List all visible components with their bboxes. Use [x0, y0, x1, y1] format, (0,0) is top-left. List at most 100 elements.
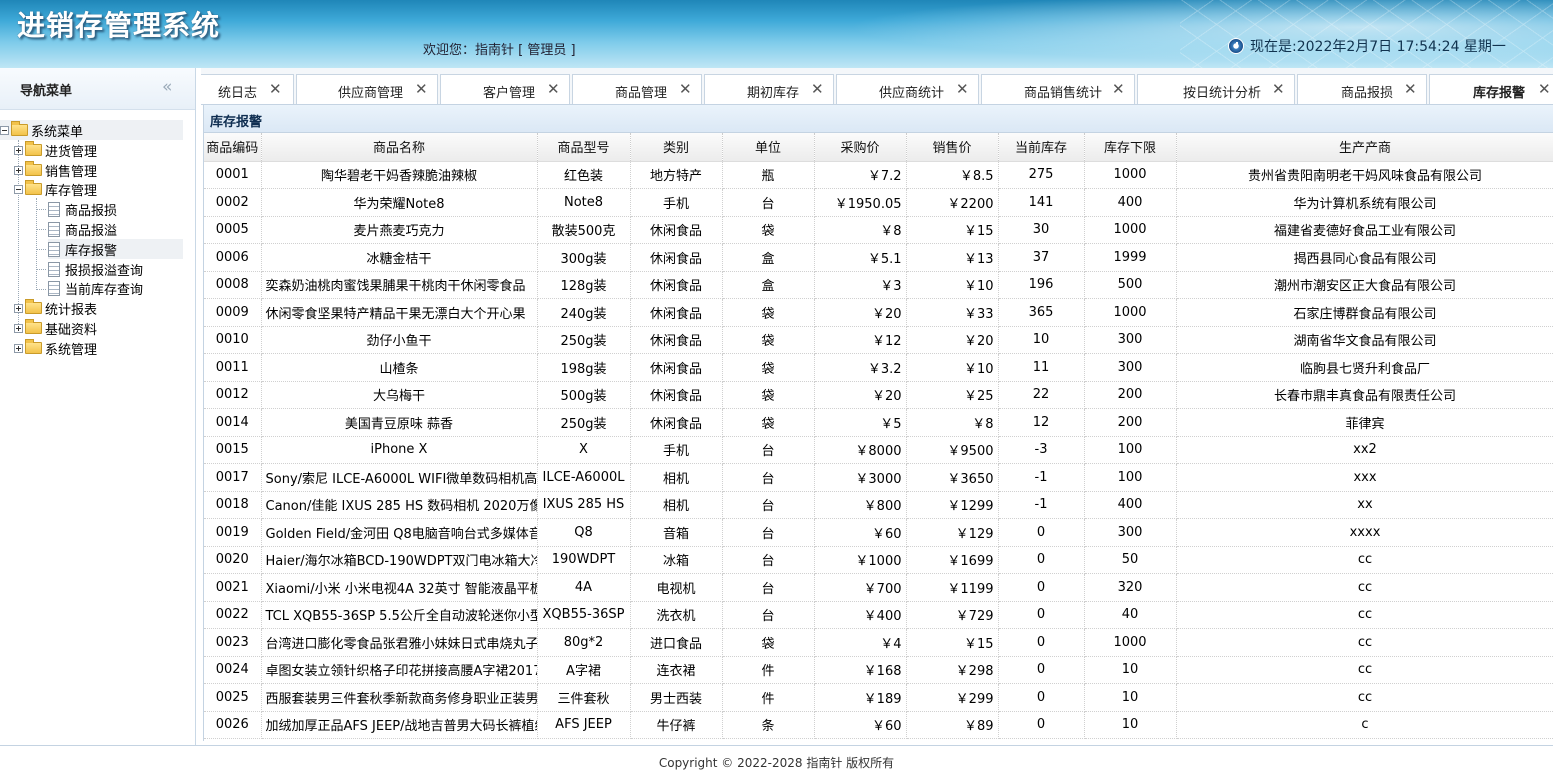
- tree-toggle-icon[interactable]: [14, 343, 23, 353]
- tree-group-sales[interactable]: 销售管理: [14, 160, 97, 180]
- table-cell: 休闲食品: [630, 326, 723, 354]
- table-row[interactable]: 0026 加绒加厚正品AFS JEEP/战地吉普男大码长裤植绒 AFS JEEP 牛仔…: [204, 711, 1553, 739]
- table-row[interactable]: 0006 冰糖金桔干 300g装 休闲食品盒 ￥5.1 ￥13 37 1999 揭西县同心食品有…: [204, 243, 1553, 272]
- close-icon[interactable]: ✕: [679, 80, 692, 98]
- table-row[interactable]: 0015 iPhone X X 手机台 ￥8000 ￥9500 -3 100 xx2: [204, 436, 1553, 464]
- table-row[interactable]: 0008 奕森奶油桃肉蜜饯果脯果干桃肉干休闲零食品 128g装 休闲食品盒 ￥3 ￥10 1…: [204, 271, 1553, 299]
- tree-group-inventory[interactable]: 库存管理: [14, 179, 97, 199]
- table-row[interactable]: 0021Xiaomi/小米 小米电视4A 32英寸 智能液晶平板电视4A电视机台…: [204, 573, 1553, 602]
- tab-stock-alarm[interactable]: 库存报警 ✕: [1429, 74, 1553, 104]
- table-row[interactable]: 0023 台湾进口膨化零食品张君雅小妹妹日式串烧丸子 80g*2 进口食品袋 ￥4 ￥15…: [204, 628, 1553, 657]
- table-row[interactable]: 0019 Golden Field/金河田 Q8电脑音响台式多媒体音箱 Q8 音箱台 ￥…: [204, 518, 1553, 547]
- close-icon[interactable]: ✕: [269, 80, 282, 98]
- tree-toggle-icon[interactable]: [0, 125, 9, 135]
- close-icon[interactable]: ✕: [1538, 80, 1551, 98]
- tab-bar: 统日志 ✕ 供应商管理 ✕ 客户管理 ✕ 商品管理 ✕ 期初库存 ✕ 供应商统计…: [201, 68, 1553, 105]
- sidebar-title: 导航菜单: [20, 84, 73, 99]
- column-header[interactable]: 单位: [722, 133, 815, 162]
- table-row[interactable]: 0020 Haier/海尔冰箱BCD-190WDPT双门电冰箱大冷冻 190WDPT…: [204, 546, 1553, 574]
- tree-item-stock-query[interactable]: 当前库存查询: [48, 278, 143, 298]
- tree-group-reports[interactable]: 统计报表: [14, 298, 97, 318]
- column-header[interactable]: 商品型号: [537, 133, 631, 162]
- table-row[interactable]: 0014 美国青豆原味 蒜香 250g装 休闲食品袋 ￥5 ￥8 12 200 菲律宾: [204, 408, 1553, 437]
- column-header[interactable]: 当前库存: [998, 133, 1085, 162]
- tree-group-system[interactable]: 系统管理: [14, 338, 97, 358]
- tree-toggle-icon[interactable]: [14, 145, 23, 155]
- close-icon[interactable]: ✕: [1404, 80, 1417, 98]
- table-cell: ￥7.2: [814, 161, 907, 189]
- table-body: 0001 陶华碧老干妈香辣脆油辣椒 红色装 地方特产瓶 ￥7.2 ￥8.5 275 1000 贵…: [204, 161, 1553, 739]
- table-cell: 手机: [630, 436, 723, 464]
- table-cell: 冰箱: [630, 546, 723, 574]
- close-icon[interactable]: ✕: [956, 80, 969, 98]
- table-cell: Sony/索尼 ILCE-A6000L WIFI微单数码相机高清: [261, 463, 538, 492]
- table-cell: 196: [998, 271, 1085, 299]
- collapse-icon[interactable]: «: [162, 77, 172, 97]
- tab-customer[interactable]: 客户管理 ✕: [440, 74, 570, 104]
- close-icon[interactable]: ✕: [1272, 80, 1285, 98]
- table-cell: 0020: [204, 546, 262, 574]
- tree-item-stock-alarm[interactable]: 库存报警: [48, 239, 183, 259]
- table-cell: 80g*2: [537, 628, 631, 657]
- table-cell: 进口食品: [630, 628, 723, 657]
- column-header[interactable]: 商品名称: [261, 133, 538, 162]
- tab-initial-stock[interactable]: 期初库存 ✕: [704, 74, 834, 104]
- table-cell: 10: [1084, 711, 1177, 739]
- close-icon[interactable]: ✕: [415, 80, 428, 98]
- table-cell: 1000: [1084, 628, 1177, 657]
- tab-goods[interactable]: 商品管理 ✕: [572, 74, 702, 104]
- tab-goods-damage[interactable]: 商品报损 ✕: [1297, 74, 1427, 104]
- table-cell: 相机: [630, 463, 723, 492]
- table-cell: ￥1950.05: [814, 188, 907, 217]
- table-cell: 190WDPT: [537, 546, 631, 574]
- table-row[interactable]: 0005 麦片燕麦巧克力 散装500克 休闲食品袋 ￥8 ￥15 30 1000 福建省麦德好食…: [204, 216, 1553, 244]
- tab-supplier-stats[interactable]: 供应商统计 ✕: [836, 74, 979, 104]
- table-cell: 电视机: [630, 573, 723, 602]
- table-cell: cc: [1176, 573, 1553, 602]
- column-header[interactable]: 销售价: [906, 133, 999, 162]
- table-row[interactable]: 0025 西服套装男三件套秋季新款商务修身职业正装男 三件套秋 男士西装件 ￥189 ￥2…: [204, 683, 1553, 712]
- column-header[interactable]: 库存下限: [1084, 133, 1177, 162]
- tree-item-damage-query[interactable]: 报损报溢查询: [48, 259, 143, 279]
- table-cell: 0: [998, 573, 1085, 602]
- tab-goods-sales-stats[interactable]: 商品销售统计 ✕: [981, 74, 1135, 104]
- column-header[interactable]: 商品编码: [204, 133, 262, 162]
- tab-system-log[interactable]: 统日志 ✕: [201, 74, 294, 104]
- folder-open-icon: [25, 180, 42, 195]
- table-cell: 手机: [630, 188, 723, 217]
- table-row[interactable]: 0002 华为荣耀Note8 Note8 手机台 ￥1950.05 ￥2200 141 400…: [204, 188, 1553, 217]
- tree-item-damage[interactable]: 商品报损: [48, 199, 117, 219]
- column-header[interactable]: 类别: [630, 133, 723, 162]
- tab-daily-stats[interactable]: 按日统计分析 ✕: [1137, 74, 1295, 104]
- table-row[interactable]: 0011 山楂条 198g装 休闲食品袋 ￥3.2 ￥10 11 300 临朐县七贤升利食品厂: [204, 353, 1553, 382]
- table-row[interactable]: 0018 Canon/佳能 IXUS 285 HS 数码相机 2020万像素 IXU…: [204, 491, 1553, 519]
- close-icon[interactable]: ✕: [1112, 80, 1125, 98]
- table-cell: cc: [1176, 628, 1553, 657]
- close-icon[interactable]: ✕: [547, 80, 560, 98]
- table-row[interactable]: 0022TCL XQB55-36SP 5.5公斤全自动波轮迷你小型洗衣机XQB5…: [204, 601, 1553, 629]
- table-cell: ￥20: [906, 326, 999, 354]
- table-row[interactable]: 0010 劲仔小鱼干 250g装 休闲食品袋 ￥12 ￥20 10 300 湖南省华文食品有限公…: [204, 326, 1553, 354]
- table-row[interactable]: 0009 休闲零食坚果特产精品干果无漂白大个开心果 240g装 休闲食品袋 ￥20 ￥33…: [204, 298, 1553, 327]
- table-row[interactable]: 0001 陶华碧老干妈香辣脆油辣椒 红色装 地方特产瓶 ￥7.2 ￥8.5 275 1000 贵…: [204, 161, 1553, 189]
- column-header[interactable]: 采购价: [814, 133, 907, 162]
- tree-toggle-icon[interactable]: [14, 323, 23, 333]
- table-cell: 台: [722, 436, 815, 464]
- table-cell: 冰糖金桔干: [261, 243, 538, 272]
- column-header[interactable]: 生产产商: [1176, 133, 1553, 162]
- table-row[interactable]: 0024 卓图女装立领针织格子印花拼接高腰A字裙2017 A字裙 连衣裙件 ￥168 ￥2…: [204, 656, 1553, 684]
- tab-supplier[interactable]: 供应商管理 ✕: [296, 74, 438, 104]
- table-cell: 揭西县同心食品有限公司: [1176, 243, 1553, 272]
- tree-group-basic-data[interactable]: 基础资料: [14, 318, 97, 338]
- tree-toggle-icon[interactable]: [14, 165, 23, 175]
- table-cell: ￥1000: [814, 546, 907, 574]
- tree-toggle-icon[interactable]: [14, 303, 23, 313]
- tree-root[interactable]: 系统菜单: [0, 120, 183, 140]
- table-row[interactable]: 0017 Sony/索尼 ILCE-A6000L WIFI微单数码相机高清 ILCE…: [204, 463, 1553, 492]
- table-row[interactable]: 0012 大乌梅干 500g装 休闲食品袋 ￥20 ￥25 22 200 长春市鼎丰真食品有限责…: [204, 381, 1553, 409]
- tree-item-overflow[interactable]: 商品报溢: [48, 219, 117, 239]
- table-cell: 台: [722, 546, 815, 574]
- tree-toggle-icon[interactable]: [14, 184, 23, 194]
- close-icon[interactable]: ✕: [811, 80, 824, 98]
- tree-group-purchase[interactable]: 进货管理: [14, 140, 97, 160]
